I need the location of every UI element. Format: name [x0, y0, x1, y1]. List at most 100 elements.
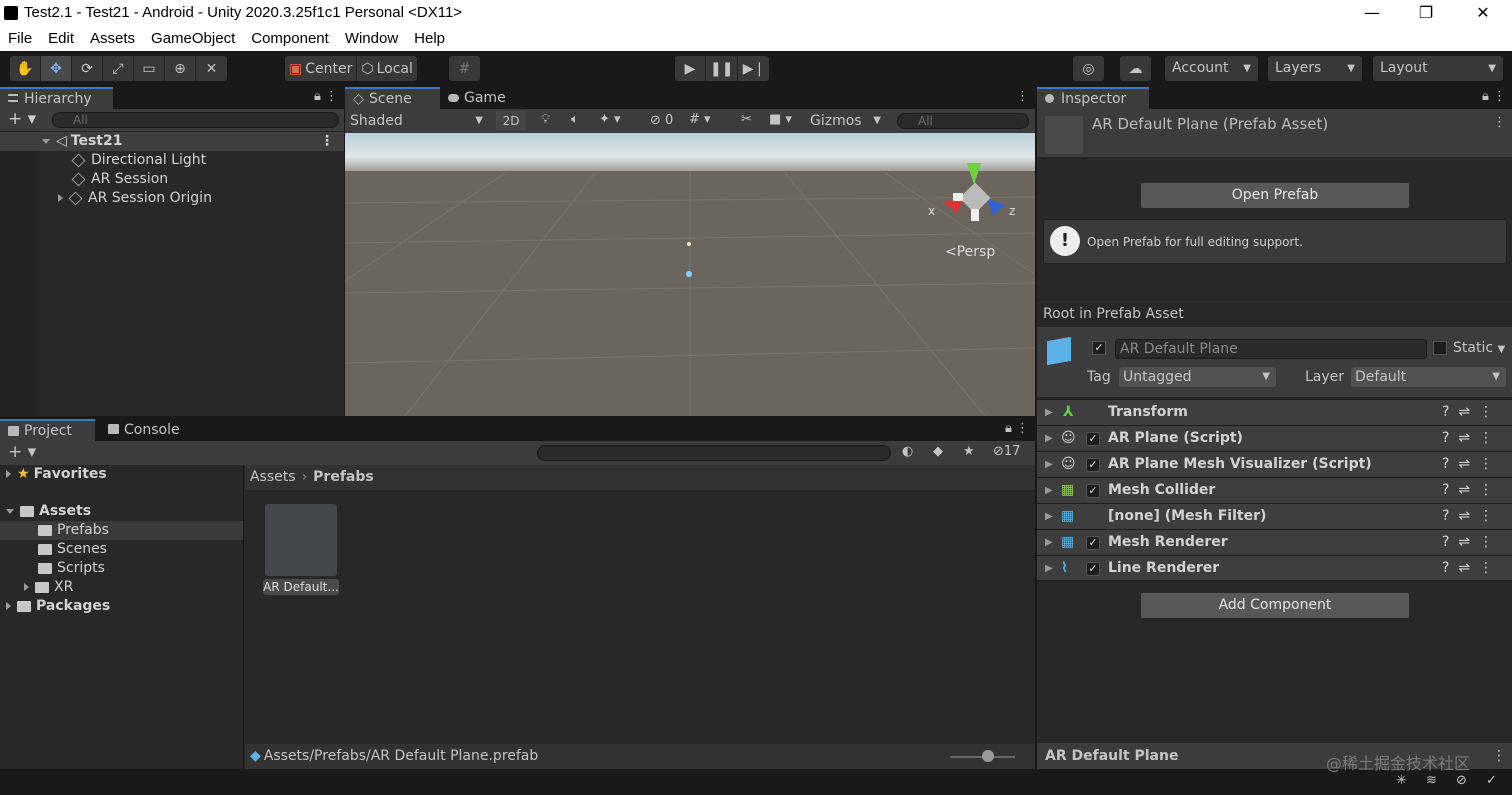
- expand-icon[interactable]: ▶: [1045, 504, 1053, 529]
- menu-window[interactable]: Window: [337, 27, 406, 51]
- component-actions[interactable]: ? ⇌ ⋮: [1442, 400, 1493, 425]
- menu-assets[interactable]: Assets: [82, 27, 143, 51]
- hierarchy-item-directional-light[interactable]: Directional Light: [0, 151, 344, 170]
- preset-icon[interactable]: ⇌: [1458, 430, 1470, 446]
- help-icon[interactable]: ?: [1442, 560, 1449, 576]
- more-icon[interactable]: ⋮: [1479, 456, 1493, 472]
- zoom-slider-handle[interactable]: [982, 750, 994, 762]
- menu-file[interactable]: File: [0, 27, 40, 51]
- more-icon[interactable]: ⋮: [1479, 560, 1493, 576]
- expand-icon[interactable]: [6, 602, 11, 610]
- more-icon[interactable]: ⋮: [1493, 115, 1506, 130]
- rect-tool-icon[interactable]: ▭: [134, 56, 165, 81]
- enabled-checkbox[interactable]: ✓: [1086, 536, 1100, 550]
- component-actions[interactable]: ? ⇌ ⋮: [1442, 426, 1493, 451]
- tools-icon[interactable]: ✂: [741, 112, 752, 127]
- check-icon[interactable]: ✓: [1486, 773, 1497, 788]
- step-button[interactable]: ▶❘: [738, 56, 769, 81]
- tab-console[interactable]: Console: [100, 419, 190, 441]
- help-icon[interactable]: ?: [1442, 534, 1449, 550]
- breadcrumb-prefabs[interactable]: Prefabs: [313, 469, 374, 485]
- hand-tool-icon[interactable]: ✋: [10, 56, 41, 81]
- component-actions[interactable]: ? ⇌ ⋮: [1442, 530, 1493, 555]
- filter-type-icon[interactable]: ◐: [902, 444, 913, 459]
- lighting-icon[interactable]: 💡︎: [541, 112, 550, 127]
- scale-tool-icon[interactable]: ⤢: [103, 56, 134, 81]
- tree-item-scenes[interactable]: Scenes: [0, 540, 243, 559]
- help-icon[interactable]: ?: [1442, 456, 1449, 472]
- more-icon[interactable]: ⋮: [1479, 508, 1493, 524]
- expand-icon[interactable]: ▶: [1045, 478, 1053, 503]
- expand-icon[interactable]: ▶: [1045, 426, 1053, 451]
- move-tool-icon[interactable]: ✥: [41, 56, 72, 81]
- component-actions[interactable]: ? ⇌ ⋮: [1442, 452, 1493, 477]
- more-icon[interactable]: ⋮: [1479, 534, 1493, 550]
- lock-icon[interactable]: 🔒︎: [1482, 89, 1489, 104]
- rotate-tool-icon[interactable]: ⟳: [72, 56, 103, 81]
- layer-dropdown[interactable]: Default ▼: [1351, 367, 1506, 387]
- account-dropdown[interactable]: Account ▼: [1165, 56, 1258, 81]
- open-prefab-button[interactable]: Open Prefab: [1140, 182, 1410, 209]
- project-search-input[interactable]: [537, 445, 891, 461]
- menu-component[interactable]: Component: [243, 27, 337, 51]
- more-icon[interactable]: ⋮: [1479, 404, 1493, 420]
- help-icon[interactable]: ?: [1442, 482, 1449, 498]
- component-mesh-renderer[interactable]: ▶ ▦ ✓ Mesh Renderer ? ⇌ ⋮: [1037, 529, 1512, 555]
- camera-icon[interactable]: ■ ▾: [769, 112, 792, 127]
- breadcrumb-assets[interactable]: Assets: [250, 469, 296, 485]
- add-icon[interactable]: + ▾: [8, 109, 36, 129]
- more-icon[interactable]: ⋮: [1016, 89, 1029, 104]
- object-name-field[interactable]: AR Default Plane: [1115, 339, 1427, 359]
- custom-tool-icon[interactable]: ✕: [196, 56, 227, 81]
- preset-icon[interactable]: ⇌: [1458, 508, 1470, 524]
- enabled-checkbox[interactable]: ✓: [1086, 432, 1100, 446]
- transform-tool-icon[interactable]: ⊕: [165, 56, 196, 81]
- 2d-toggle[interactable]: 2D: [496, 111, 526, 131]
- tab-project[interactable]: Project: [0, 419, 95, 441]
- help-icon[interactable]: ?: [1442, 430, 1449, 446]
- preset-icon[interactable]: ⇌: [1458, 534, 1470, 550]
- shading-mode-dropdown[interactable]: Shaded ▼: [345, 109, 489, 133]
- layers-icon[interactable]: ≋: [1426, 773, 1437, 788]
- help-icon[interactable]: ?: [1442, 508, 1449, 524]
- maximize-button[interactable]: ❐: [1406, 2, 1446, 24]
- effects-icon[interactable]: ✦ ▾: [599, 112, 621, 127]
- tree-packages[interactable]: Packages: [0, 597, 243, 616]
- preset-icon[interactable]: ⇌: [1458, 404, 1470, 420]
- more-icon[interactable]: ⋮: [320, 132, 334, 151]
- more-icon[interactable]: ⋮: [1492, 743, 1506, 769]
- tree-favorites[interactable]: ★ Favorites: [0, 465, 243, 484]
- star-icon[interactable]: ★: [963, 444, 975, 459]
- component-ar-plane[interactable]: ▶ ☺ ✓ AR Plane (Script) ? ⇌ ⋮: [1037, 425, 1512, 451]
- close-button[interactable]: ✕: [1463, 2, 1503, 24]
- static-dropdown[interactable]: Static ▼: [1453, 340, 1505, 356]
- grid-snap-icon[interactable]: #: [449, 56, 480, 81]
- component-ar-plane-mesh-visualizer[interactable]: ▶ ☺ ✓ AR Plane Mesh Visualizer (Script) …: [1037, 451, 1512, 477]
- play-button[interactable]: ▶: [675, 56, 706, 81]
- pivot-center-button[interactable]: ▣ Center: [285, 56, 358, 81]
- expand-icon[interactable]: [6, 470, 11, 478]
- asset-ar-default-plane[interactable]: AR Default...: [263, 504, 339, 596]
- expand-icon[interactable]: ▶: [1045, 556, 1053, 581]
- layers-dropdown[interactable]: Layers ▼: [1268, 56, 1362, 81]
- preset-icon[interactable]: ⇌: [1458, 482, 1470, 498]
- hidden-packages-icon[interactable]: ⊘17: [993, 444, 1020, 459]
- session-gizmo-icon[interactable]: [686, 271, 692, 277]
- expand-icon[interactable]: ▶: [1045, 400, 1053, 425]
- tab-inspector[interactable]: Inspector: [1037, 87, 1149, 109]
- component-actions[interactable]: ? ⇌ ⋮: [1442, 504, 1493, 529]
- hierarchy-item-ar-session-origin[interactable]: AR Session Origin: [0, 189, 344, 208]
- scene-viewport[interactable]: x z <Persp: [345, 133, 1035, 416]
- component-actions[interactable]: ? ⇌ ⋮: [1442, 556, 1493, 581]
- more-icon[interactable]: ⋮: [1016, 421, 1029, 436]
- gizmos-dropdown[interactable]: Gizmos ▼: [805, 109, 885, 133]
- tree-assets[interactable]: Assets: [0, 502, 243, 521]
- expand-icon[interactable]: [58, 194, 63, 202]
- enabled-checkbox[interactable]: ✓: [1086, 458, 1100, 472]
- persp-label[interactable]: <Persp: [945, 244, 995, 260]
- expand-icon[interactable]: [24, 583, 29, 591]
- tree-item-prefabs[interactable]: Prefabs: [0, 521, 243, 540]
- menu-edit[interactable]: Edit: [40, 27, 82, 51]
- hidden-objects-icon[interactable]: ⊘ 0: [650, 113, 673, 128]
- pause-button[interactable]: ❚❚: [706, 56, 739, 81]
